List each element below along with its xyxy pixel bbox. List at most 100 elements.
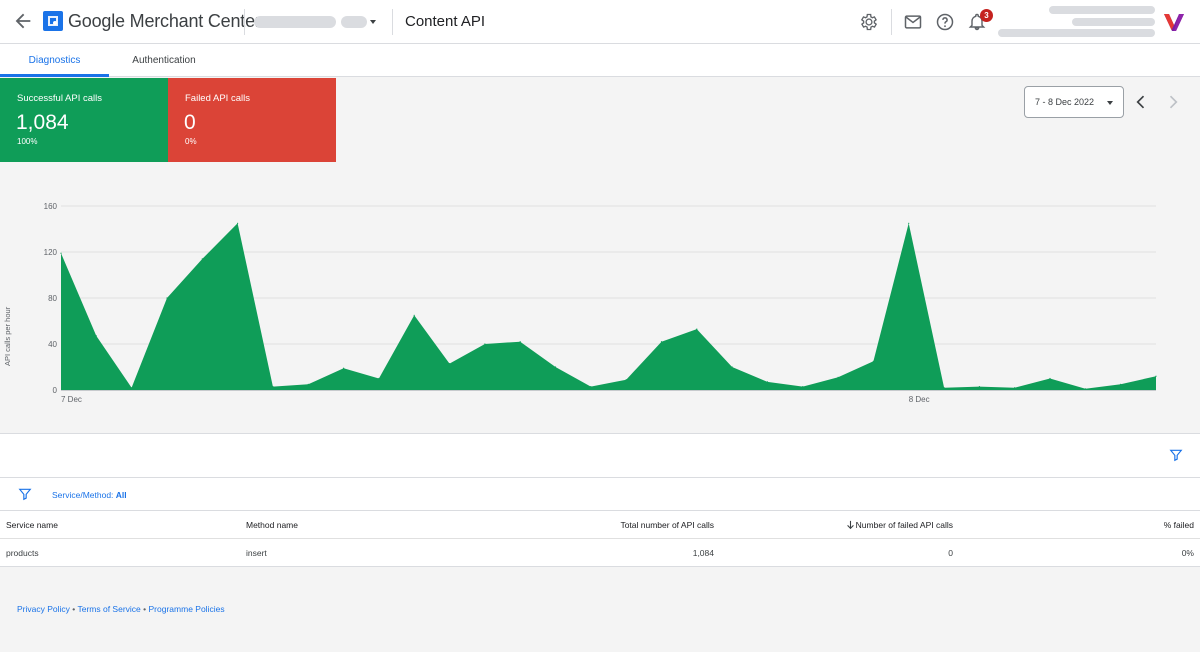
back-arrow-icon[interactable] [12,10,34,32]
data-point [1155,375,1157,377]
data-point [378,377,380,380]
settings-gear-icon[interactable] [859,12,879,32]
data-point [166,297,168,299]
column-header-failed-calls[interactable]: Number of failed API calls [856,520,953,530]
previous-range-chevron-icon[interactable] [1131,92,1151,112]
account-dropdown-caret-icon[interactable] [370,20,376,24]
successful-calls-card[interactable]: Successful API calls 1,084 100% [0,78,168,162]
data-point [625,379,627,381]
tab-diagnostics[interactable]: Diagnostics [0,44,109,77]
divider [392,9,393,35]
terms-of-service-link[interactable]: Terms of Service [77,604,140,614]
divider [0,566,1200,567]
data-point [272,386,274,388]
table-filter-icon[interactable] [18,487,32,501]
date-range-select[interactable]: 7 - 8 Dec 2022 [1024,86,1124,118]
successful-calls-percent: 100% [17,137,38,146]
data-point [1120,383,1122,385]
account-name-placeholder[interactable] [254,16,336,28]
user-name-placeholder [1049,6,1155,14]
data-point [237,222,239,224]
data-point [908,222,910,224]
api-calls-table: Service name Method name Total number of… [0,511,1200,566]
successful-calls-label: Successful API calls [17,93,103,104]
data-point [872,360,875,362]
chart-filter-strip [0,434,1200,477]
data-point [448,363,451,365]
data-point [1084,388,1086,390]
data-point [307,383,309,385]
y-tick-label: 80 [48,294,57,303]
merchant-center-logo-icon [43,11,63,31]
data-point [519,341,521,343]
failed-calls-percent: 0% [185,137,197,146]
data-point [837,376,839,378]
y-tick-label: 40 [48,340,57,349]
footer-separator: • [143,604,147,614]
notification-badge: 3 [980,9,993,22]
cell-method-name: insert [246,548,267,558]
divider [891,9,892,35]
data-point [95,335,97,337]
successful-calls-value: 1,084 [16,111,69,134]
active-tab-indicator [0,74,109,77]
failed-calls-label: Failed API calls [185,93,250,104]
y-tick-label: 160 [44,202,58,211]
data-point [660,341,663,343]
column-header-method-name[interactable]: Method name [246,520,298,530]
service-method-filter-chip[interactable]: Service/Method: All [52,490,127,500]
mail-icon[interactable] [903,12,923,32]
column-header-service-name[interactable]: Service name [6,520,58,530]
help-icon[interactable] [935,12,955,32]
failed-calls-card[interactable]: Failed API calls 0 0% [168,78,336,162]
footer-links: Privacy Policy • Terms of Service • Prog… [17,604,225,614]
data-point [201,258,203,260]
sort-descending-arrow-icon[interactable] [846,520,855,530]
failed-calls-value: 0 [184,111,196,134]
cell-service-name: products [6,548,39,558]
filter-label: Service/Method: [52,490,114,500]
data-point [60,252,62,254]
data-point [943,387,945,389]
cell-failed-calls: 0 [948,548,953,558]
series-area[interactable] [61,223,1156,390]
x-tick-label: 7 Dec [61,395,82,404]
column-header-percent-failed[interactable]: % failed [1164,520,1194,530]
data-point [696,328,698,330]
data-point [766,381,769,383]
privacy-policy-link[interactable]: Privacy Policy [17,604,70,614]
data-point [978,386,981,388]
data-point [131,387,133,389]
y-tick-label: 120 [44,248,58,257]
top-bar: Google Merchant Center Content API 3 [0,0,1200,44]
data-point [590,386,592,388]
dropdown-caret-icon [1107,101,1113,105]
data-point [554,366,557,368]
tab-bar: Diagnostics Authentication [0,44,1200,77]
next-range-chevron-icon[interactable] [1163,92,1183,112]
account-info-placeholder [998,29,1155,37]
avatar[interactable] [1163,12,1185,32]
account-id-placeholder[interactable] [341,16,367,28]
data-point [1014,387,1016,389]
data-point [802,386,804,388]
column-header-total-calls[interactable]: Total number of API calls [620,520,714,530]
data-point [343,367,345,369]
filter-value: All [115,490,127,500]
page-title: Content API [405,13,486,30]
api-calls-chart: 0 40 80 120 160 7 Dec 8 Dec [44,202,1157,404]
data-point [731,366,733,368]
programme-policies-link[interactable]: Programme Policies [149,604,225,614]
cell-percent-failed: 0% [1181,548,1194,558]
data-point [1049,377,1051,380]
filter-icon[interactable] [1169,448,1183,462]
data-point [484,343,486,345]
x-tick-label: 8 Dec [909,395,930,404]
table-filter-row: Service/Method: All [0,478,1200,511]
y-tick-label: 0 [53,386,58,395]
user-email-placeholder [1072,18,1155,26]
app-name: Google Merchant Center [68,11,261,31]
footer-separator: • [72,604,76,614]
tab-authentication[interactable]: Authentication [109,44,219,77]
data-point [413,314,415,316]
